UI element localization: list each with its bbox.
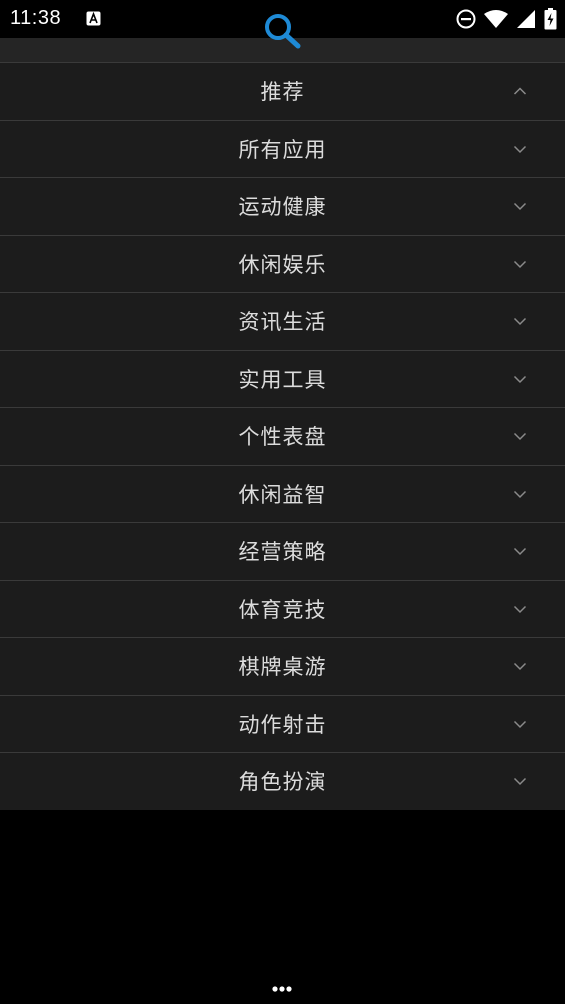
a11y-notification-icon <box>86 11 101 26</box>
wifi-icon <box>484 10 508 28</box>
category-label: 休闲娱乐 <box>238 252 327 277</box>
cell-signal-icon <box>517 10 535 28</box>
chevron-down-icon <box>513 260 527 268</box>
category-label: 经营策略 <box>238 540 327 565</box>
category-item-puzzle[interactable]: 休闲益智 <box>0 464 565 522</box>
chevron-down-icon <box>513 548 527 556</box>
category-label: 个性表盘 <box>238 425 327 450</box>
chevron-down-icon <box>513 490 527 498</box>
category-label: 资讯生活 <box>238 310 327 335</box>
chevron-down-icon <box>513 663 527 671</box>
category-label: 体育竞技 <box>238 597 327 622</box>
category-item-board-games[interactable]: 棋牌桌游 <box>0 637 565 695</box>
category-label: 推荐 <box>260 80 305 105</box>
chevron-up-icon <box>513 87 527 95</box>
category-item-recommended[interactable]: 推荐 <box>0 62 565 120</box>
battery-charging-icon <box>544 8 557 30</box>
chevron-down-icon <box>513 778 527 786</box>
category-list: 推荐 所有应用 运动健康 休闲娱乐 资讯生活 实用工具 个性表盘 休闲益智 经营… <box>0 62 565 810</box>
category-item-sports-health[interactable]: 运动健康 <box>0 177 565 235</box>
more-dots-icon[interactable] <box>271 984 293 994</box>
category-label: 棋牌桌游 <box>238 655 327 680</box>
status-time: 11:38 <box>10 7 62 29</box>
category-item-strategy[interactable]: 经营策略 <box>0 522 565 580</box>
category-item-news-life[interactable]: 资讯生活 <box>0 292 565 350</box>
chevron-down-icon <box>513 203 527 211</box>
category-label: 动作射击 <box>238 712 327 737</box>
category-item-tools[interactable]: 实用工具 <box>0 349 565 407</box>
category-item-role-playing[interactable]: 角色扮演 <box>0 752 565 810</box>
category-item-action-shooting[interactable]: 动作射击 <box>0 694 565 752</box>
category-label: 运动健康 <box>238 195 327 220</box>
chevron-down-icon <box>513 375 527 383</box>
category-label: 休闲益智 <box>238 482 327 507</box>
chevron-down-icon <box>513 433 527 441</box>
chevron-down-icon <box>513 318 527 326</box>
chevron-down-icon <box>513 145 527 153</box>
category-label: 角色扮演 <box>238 770 327 795</box>
category-item-sports-games[interactable]: 体育竞技 <box>0 579 565 637</box>
do-not-disturb-icon <box>456 9 476 29</box>
category-item-all-apps[interactable]: 所有应用 <box>0 119 565 177</box>
category-item-watch-faces[interactable]: 个性表盘 <box>0 407 565 465</box>
category-label: 实用工具 <box>238 367 327 392</box>
category-item-entertainment[interactable]: 休闲娱乐 <box>0 234 565 292</box>
chevron-down-icon <box>513 720 527 728</box>
category-label: 所有应用 <box>238 137 327 162</box>
search-icon[interactable] <box>262 12 302 50</box>
chevron-down-icon <box>513 605 527 613</box>
status-icons <box>456 8 557 30</box>
